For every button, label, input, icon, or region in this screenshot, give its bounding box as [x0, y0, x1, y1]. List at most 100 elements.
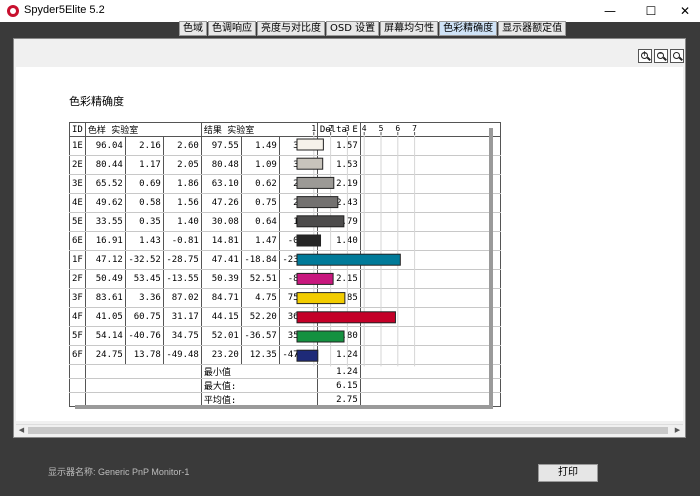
- result-a: 1.09: [241, 155, 280, 175]
- tab-osd-settings[interactable]: OSD 设置: [326, 21, 380, 36]
- zoom-fit-button[interactable]: [670, 49, 684, 63]
- sample-l: 50.49: [85, 269, 126, 289]
- result-l: 23.20: [201, 345, 242, 365]
- tab-screen-uniformity[interactable]: 屏幕均匀性: [380, 21, 439, 36]
- tab-monitor-rating[interactable]: 显示器额定值: [498, 21, 567, 36]
- result-a: 0.62: [241, 174, 280, 194]
- sample-b: 2.60: [163, 136, 202, 156]
- tab-brightness-contrast[interactable]: 亮度与对比度: [257, 21, 325, 36]
- scale-label: 5: [379, 124, 384, 133]
- summary-id-cell: [69, 364, 86, 379]
- result-l: 63.10: [201, 174, 242, 194]
- zoom-handle: [679, 56, 683, 61]
- report-page: 色彩精确度 ID 色样 实验室 结果 实验室 Delta E 1E 96.04 2.…: [16, 67, 683, 421]
- sample-b: -0.81: [163, 231, 202, 251]
- zoom-out-sign: −: [657, 49, 664, 58]
- sample-l: 80.44: [85, 155, 126, 175]
- maximize-button[interactable]: ☐: [636, 0, 666, 22]
- zoom-out-button[interactable]: −: [654, 49, 668, 63]
- sample-b: 87.02: [163, 288, 202, 308]
- row-id: 5E: [69, 212, 86, 232]
- sample-l: 41.05: [85, 307, 126, 327]
- sample-a: -40.76: [125, 326, 164, 346]
- sample-a: -32.52: [125, 250, 164, 270]
- row-id: 3E: [69, 174, 86, 194]
- sample-l: 83.61: [85, 288, 126, 308]
- result-l: 84.71: [201, 288, 242, 308]
- result-a: 12.35: [241, 345, 280, 365]
- sample-l: 65.52: [85, 174, 126, 194]
- result-l: 14.81: [201, 231, 242, 251]
- close-button[interactable]: ✕: [670, 0, 700, 22]
- bar-1E: [296, 138, 324, 151]
- bar-4E: [296, 196, 339, 209]
- result-a: -18.84: [241, 250, 280, 270]
- result-l: 50.39: [201, 269, 242, 289]
- zoom-in-button[interactable]: +: [638, 49, 652, 63]
- result-l: 47.26: [201, 193, 242, 213]
- result-l: 97.55: [201, 136, 242, 156]
- result-a: 1.49: [241, 136, 280, 156]
- sample-a: 60.75: [125, 307, 164, 327]
- bar-3E: [296, 176, 335, 189]
- result-l: 47.41: [201, 250, 242, 270]
- result-a: 0.75: [241, 193, 280, 213]
- sample-b: 31.17: [163, 307, 202, 327]
- sample-b: -49.48: [163, 345, 202, 365]
- bar-5E: [296, 215, 345, 228]
- sample-l: 33.55: [85, 212, 126, 232]
- result-a: 4.75: [241, 288, 280, 308]
- row-id: 5F: [69, 326, 86, 346]
- sample-b: 34.75: [163, 326, 202, 346]
- sample-a: 0.58: [125, 193, 164, 213]
- bar-1F: [296, 253, 401, 266]
- sample-a: 0.35: [125, 212, 164, 232]
- color-accuracy-table: ID 色样 实验室 结果 实验室 Delta E 1E 96.04 2.16 2.60…: [69, 122, 501, 407]
- tab-gamut[interactable]: 色域: [179, 21, 207, 36]
- bar-6F: [296, 349, 319, 362]
- summary-id-cell: [69, 378, 86, 393]
- zoom-in-sign: +: [641, 49, 648, 58]
- sample-b: 1.40: [163, 212, 202, 232]
- result-l: 30.08: [201, 212, 242, 232]
- sample-l: 49.62: [85, 193, 126, 213]
- scale-label: 1: [311, 124, 316, 133]
- minimize-button[interactable]: —: [595, 0, 625, 22]
- report-title: 色彩精确度: [69, 95, 124, 108]
- bar-2E: [296, 157, 324, 170]
- scale-label: 4: [362, 124, 367, 133]
- horizontal-scrollbar[interactable]: ◀ ▶: [16, 424, 683, 435]
- tab-tone-response[interactable]: 色调响应: [208, 21, 256, 36]
- result-l: 52.01: [201, 326, 242, 346]
- sample-l: 47.12: [85, 250, 126, 270]
- app-logo-icon: [7, 5, 19, 17]
- sample-a: 3.36: [125, 288, 164, 308]
- row-id: 2E: [69, 155, 86, 175]
- scroll-left-icon[interactable]: ◀: [16, 425, 27, 436]
- tab-color-accuracy[interactable]: 色彩精确度: [439, 21, 498, 36]
- header-id: ID: [69, 122, 86, 137]
- delta-e-bar-chart: 1 2 3 4 5 6 7: [296, 124, 417, 367]
- scroll-thumb[interactable]: [28, 427, 668, 434]
- row-id: 4F: [69, 307, 86, 327]
- sample-l: 54.14: [85, 326, 126, 346]
- summary-sample-cell: [85, 378, 202, 393]
- scale-label: 7: [412, 124, 417, 133]
- row-id: 6F: [69, 345, 86, 365]
- sample-b: 2.05: [163, 155, 202, 175]
- sample-b: 1.86: [163, 174, 202, 194]
- print-button[interactable]: 打印: [538, 464, 598, 482]
- row-id: 1E: [69, 136, 86, 156]
- table-shadow-right: [489, 128, 493, 409]
- scroll-right-icon[interactable]: ▶: [672, 425, 683, 436]
- window-title: Spyder5Elite 5.2: [24, 4, 105, 16]
- result-a: 1.47: [241, 231, 280, 251]
- sample-b: -28.75: [163, 250, 202, 270]
- row-id: 2F: [69, 269, 86, 289]
- result-l: 44.15: [201, 307, 242, 327]
- bar-2F: [296, 272, 334, 285]
- bar-3F: [296, 292, 346, 305]
- sample-a: 13.78: [125, 345, 164, 365]
- sample-l: 16.91: [85, 231, 126, 251]
- scale-label: 6: [395, 124, 400, 133]
